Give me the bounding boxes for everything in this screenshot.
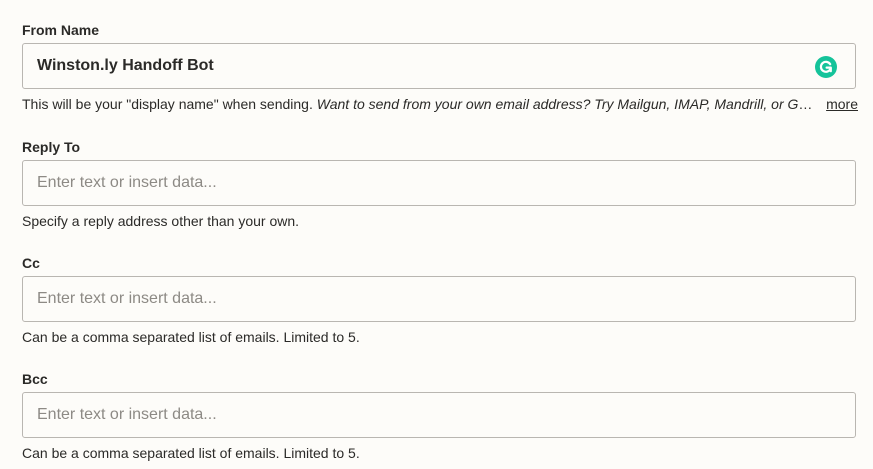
from-name-input[interactable]: Winston.ly Handoff Bot [22,43,856,89]
reply-to-input[interactable]: Enter text or insert data... [22,160,856,206]
from-name-help-italic: Want to send from your own email address… [316,96,819,112]
bcc-label: Bcc [22,371,48,387]
cc-placeholder: Enter text or insert data... [37,290,217,307]
email-settings-form: From Name Winston.ly Handoff Bot This wi… [0,0,873,469]
from-name-help-text: This will be your "display name" when se… [22,95,818,113]
cc-field: Cc Enter text or insert data... Can be a… [22,253,856,346]
cc-label: Cc [22,255,40,271]
cc-input[interactable]: Enter text or insert data... [22,276,856,322]
bcc-placeholder: Enter text or insert data... [37,406,217,423]
grammarly-icon[interactable] [815,56,837,78]
bcc-help: Can be a comma separated list of emails.… [22,445,360,461]
from-name-help: This will be your "display name" when se… [22,95,858,113]
from-name-field: From Name Winston.ly Handoff Bot This wi… [22,20,858,113]
bcc-field: Bcc Enter text or insert data... Can be … [22,369,856,462]
reply-to-placeholder: Enter text or insert data... [37,174,217,191]
from-name-value: Winston.ly Handoff Bot [37,57,214,74]
reply-to-help: Specify a reply address other than your … [22,213,300,229]
more-link[interactable]: more [826,95,858,113]
bcc-input[interactable]: Enter text or insert data... [22,392,856,438]
cc-help: Can be a comma separated list of emails.… [22,329,360,345]
reply-to-label: Reply To [22,139,81,155]
from-name-help-plain: This will be your "display name" when se… [22,96,317,112]
reply-to-field: Reply To Enter text or insert data... Sp… [22,137,856,230]
from-name-label: From Name [22,22,100,38]
